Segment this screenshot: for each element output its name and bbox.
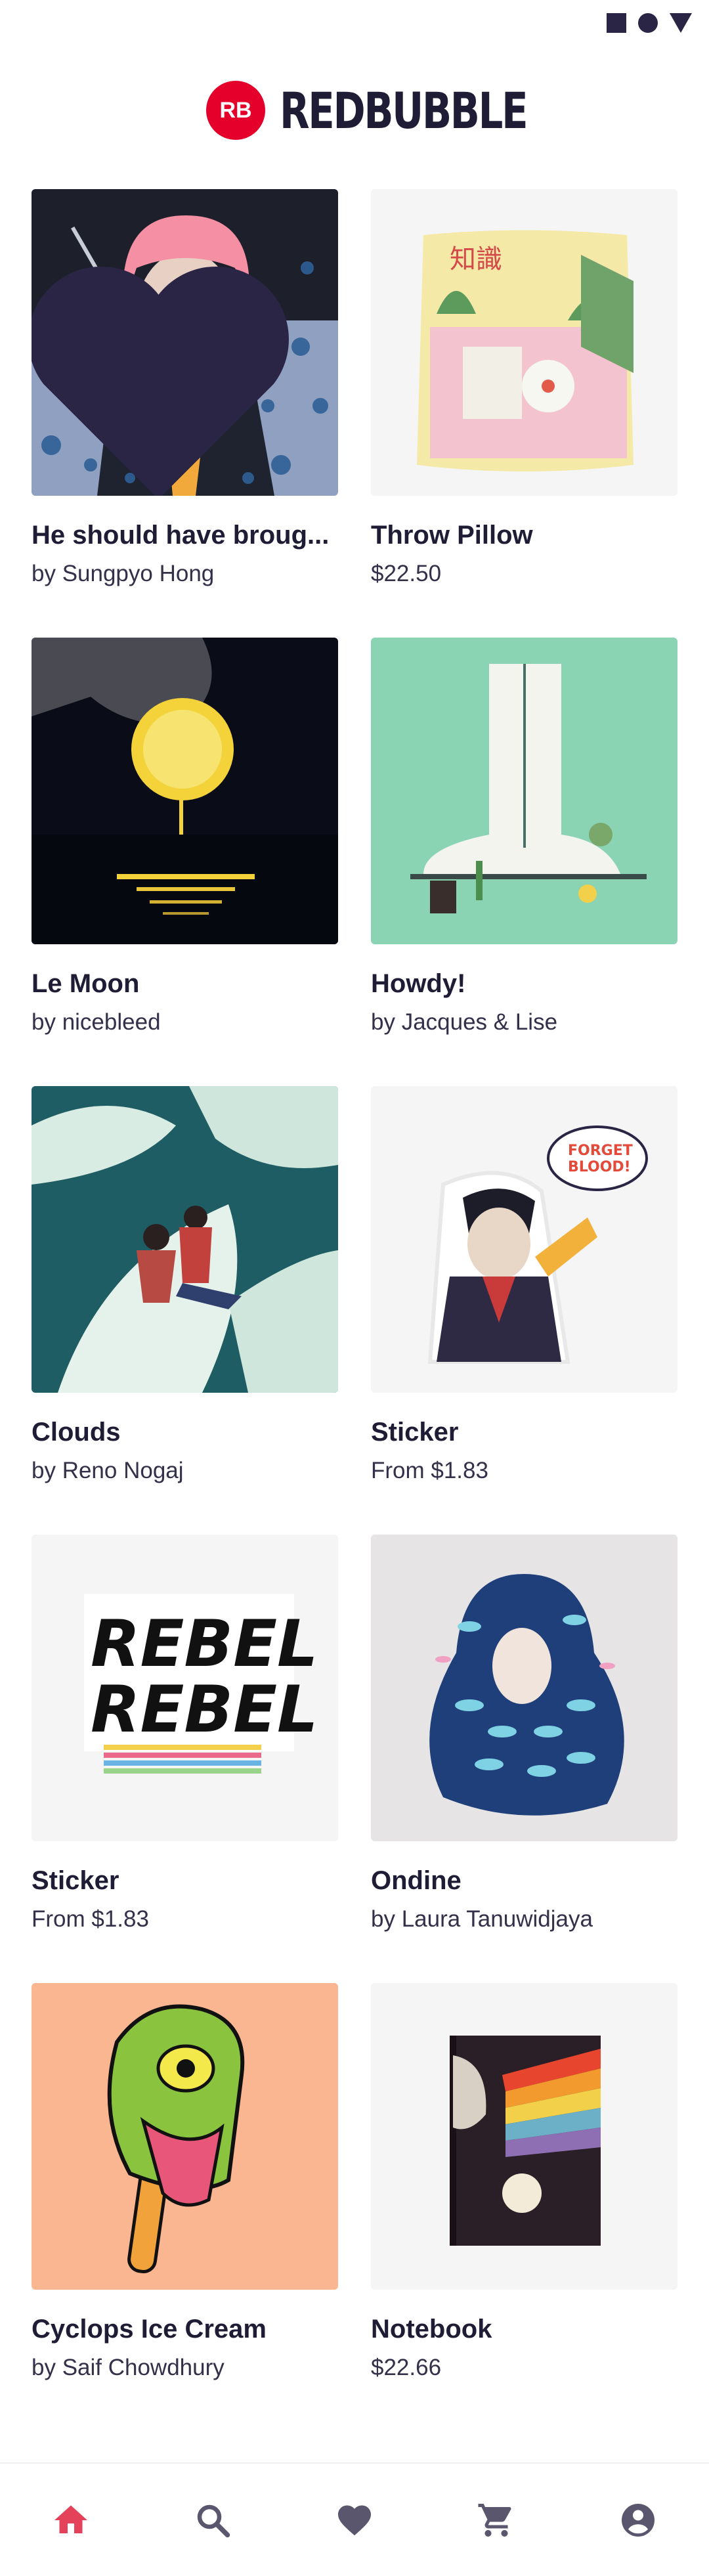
product-card[interactable]: Howdy! by Jacques & Lise bbox=[371, 638, 677, 1086]
nav-favorites[interactable] bbox=[315, 2481, 394, 2560]
bottom-nav bbox=[0, 2462, 709, 2576]
product-card[interactable]: Cyclops Ice Cream by Saif Chowdhury bbox=[32, 1983, 338, 2432]
circle-icon bbox=[638, 13, 658, 33]
product-card[interactable]: Clouds by Reno Nogaj bbox=[32, 1086, 338, 1535]
product-title[interactable]: Howdy! bbox=[371, 969, 677, 999]
product-card[interactable]: He should have broug... by Sungpyo Hong bbox=[32, 189, 338, 638]
product-title[interactable]: Cyclops Ice Cream bbox=[32, 2315, 338, 2344]
nav-cart[interactable] bbox=[457, 2481, 536, 2560]
product-subtitle: by Sungpyo Hong bbox=[32, 561, 215, 586]
product-image[interactable]: FORGET BLOOD! bbox=[371, 1086, 677, 1393]
nav-account[interactable] bbox=[599, 2481, 677, 2560]
product-title[interactable]: Clouds bbox=[32, 1418, 338, 1447]
svg-text:BLOOD!: BLOOD! bbox=[568, 1159, 631, 1175]
product-subtitle: From $1.83 bbox=[32, 1906, 149, 1932]
product-image[interactable] bbox=[32, 189, 338, 496]
product-image[interactable] bbox=[32, 1983, 338, 2290]
product-card[interactable]: FORGET BLOOD! Sticker From $1.83 bbox=[371, 1086, 677, 1535]
nav-search[interactable] bbox=[173, 2481, 252, 2560]
svg-text:知識: 知識 bbox=[450, 244, 502, 274]
product-card[interactable]: Ondine by Laura Tanuwidjaya bbox=[371, 1535, 677, 1983]
product-subtitle: by nicebleed bbox=[32, 1009, 161, 1035]
product-image[interactable]: REBEL REBEL bbox=[32, 1535, 338, 1841]
brand-name: REDBUBBLE bbox=[280, 81, 528, 140]
svg-text:REBEL: REBEL bbox=[91, 1607, 318, 1682]
product-title[interactable]: Notebook bbox=[371, 2315, 677, 2344]
svg-text:REBEL: REBEL bbox=[91, 1672, 318, 1747]
account-icon bbox=[622, 2503, 655, 2537]
product-card[interactable]: REBEL REBEL Sticker From $1.83 bbox=[32, 1535, 338, 1983]
product-subtitle: by Saif Chowdhury bbox=[32, 2355, 225, 2380]
product-subtitle: by Laura Tanuwidjaya bbox=[371, 1906, 593, 1932]
app-header: RB REDBUBBLE bbox=[0, 77, 709, 143]
product-image[interactable] bbox=[32, 638, 338, 944]
product-image[interactable] bbox=[371, 1983, 677, 2290]
redbubble-logo-icon[interactable]: RB bbox=[206, 81, 265, 140]
product-subtitle: $22.66 bbox=[371, 2355, 442, 2380]
nav-home[interactable] bbox=[32, 2481, 110, 2560]
product-title[interactable]: He should have broug... bbox=[32, 521, 338, 550]
product-image[interactable] bbox=[32, 1086, 338, 1393]
product-card[interactable]: Le Moon by nicebleed bbox=[32, 638, 338, 1086]
search-icon bbox=[197, 2504, 230, 2537]
product-subtitle: $22.50 bbox=[371, 561, 442, 586]
product-title[interactable]: Sticker bbox=[32, 1866, 338, 1896]
product-title[interactable]: Throw Pillow bbox=[371, 521, 677, 550]
status-icons bbox=[607, 13, 692, 33]
heart-icon bbox=[338, 2505, 371, 2535]
home-icon bbox=[54, 2505, 87, 2533]
svg-text:FORGET: FORGET bbox=[568, 1143, 633, 1159]
product-subtitle: From $1.83 bbox=[371, 1458, 488, 1483]
product-title[interactable]: Sticker bbox=[371, 1418, 677, 1447]
favorite-heart-icon[interactable] bbox=[32, 218, 312, 496]
product-subtitle: by Jacques & Lise bbox=[371, 1009, 558, 1035]
product-grid: He should have broug... by Sungpyo Hong … bbox=[32, 189, 678, 2432]
product-card[interactable]: 知識 Throw Pillow $22.50 bbox=[371, 189, 677, 638]
product-image[interactable] bbox=[371, 638, 677, 944]
square-icon bbox=[607, 13, 626, 33]
product-title[interactable]: Ondine bbox=[371, 1866, 677, 1896]
cart-icon bbox=[478, 2503, 511, 2537]
product-image[interactable]: 知識 bbox=[371, 189, 677, 496]
status-bar bbox=[0, 0, 709, 47]
product-card[interactable]: Notebook $22.66 bbox=[371, 1983, 677, 2432]
product-subtitle: by Reno Nogaj bbox=[32, 1458, 184, 1483]
triangle-icon bbox=[670, 13, 692, 33]
product-image[interactable] bbox=[371, 1535, 677, 1841]
product-title[interactable]: Le Moon bbox=[32, 969, 338, 999]
